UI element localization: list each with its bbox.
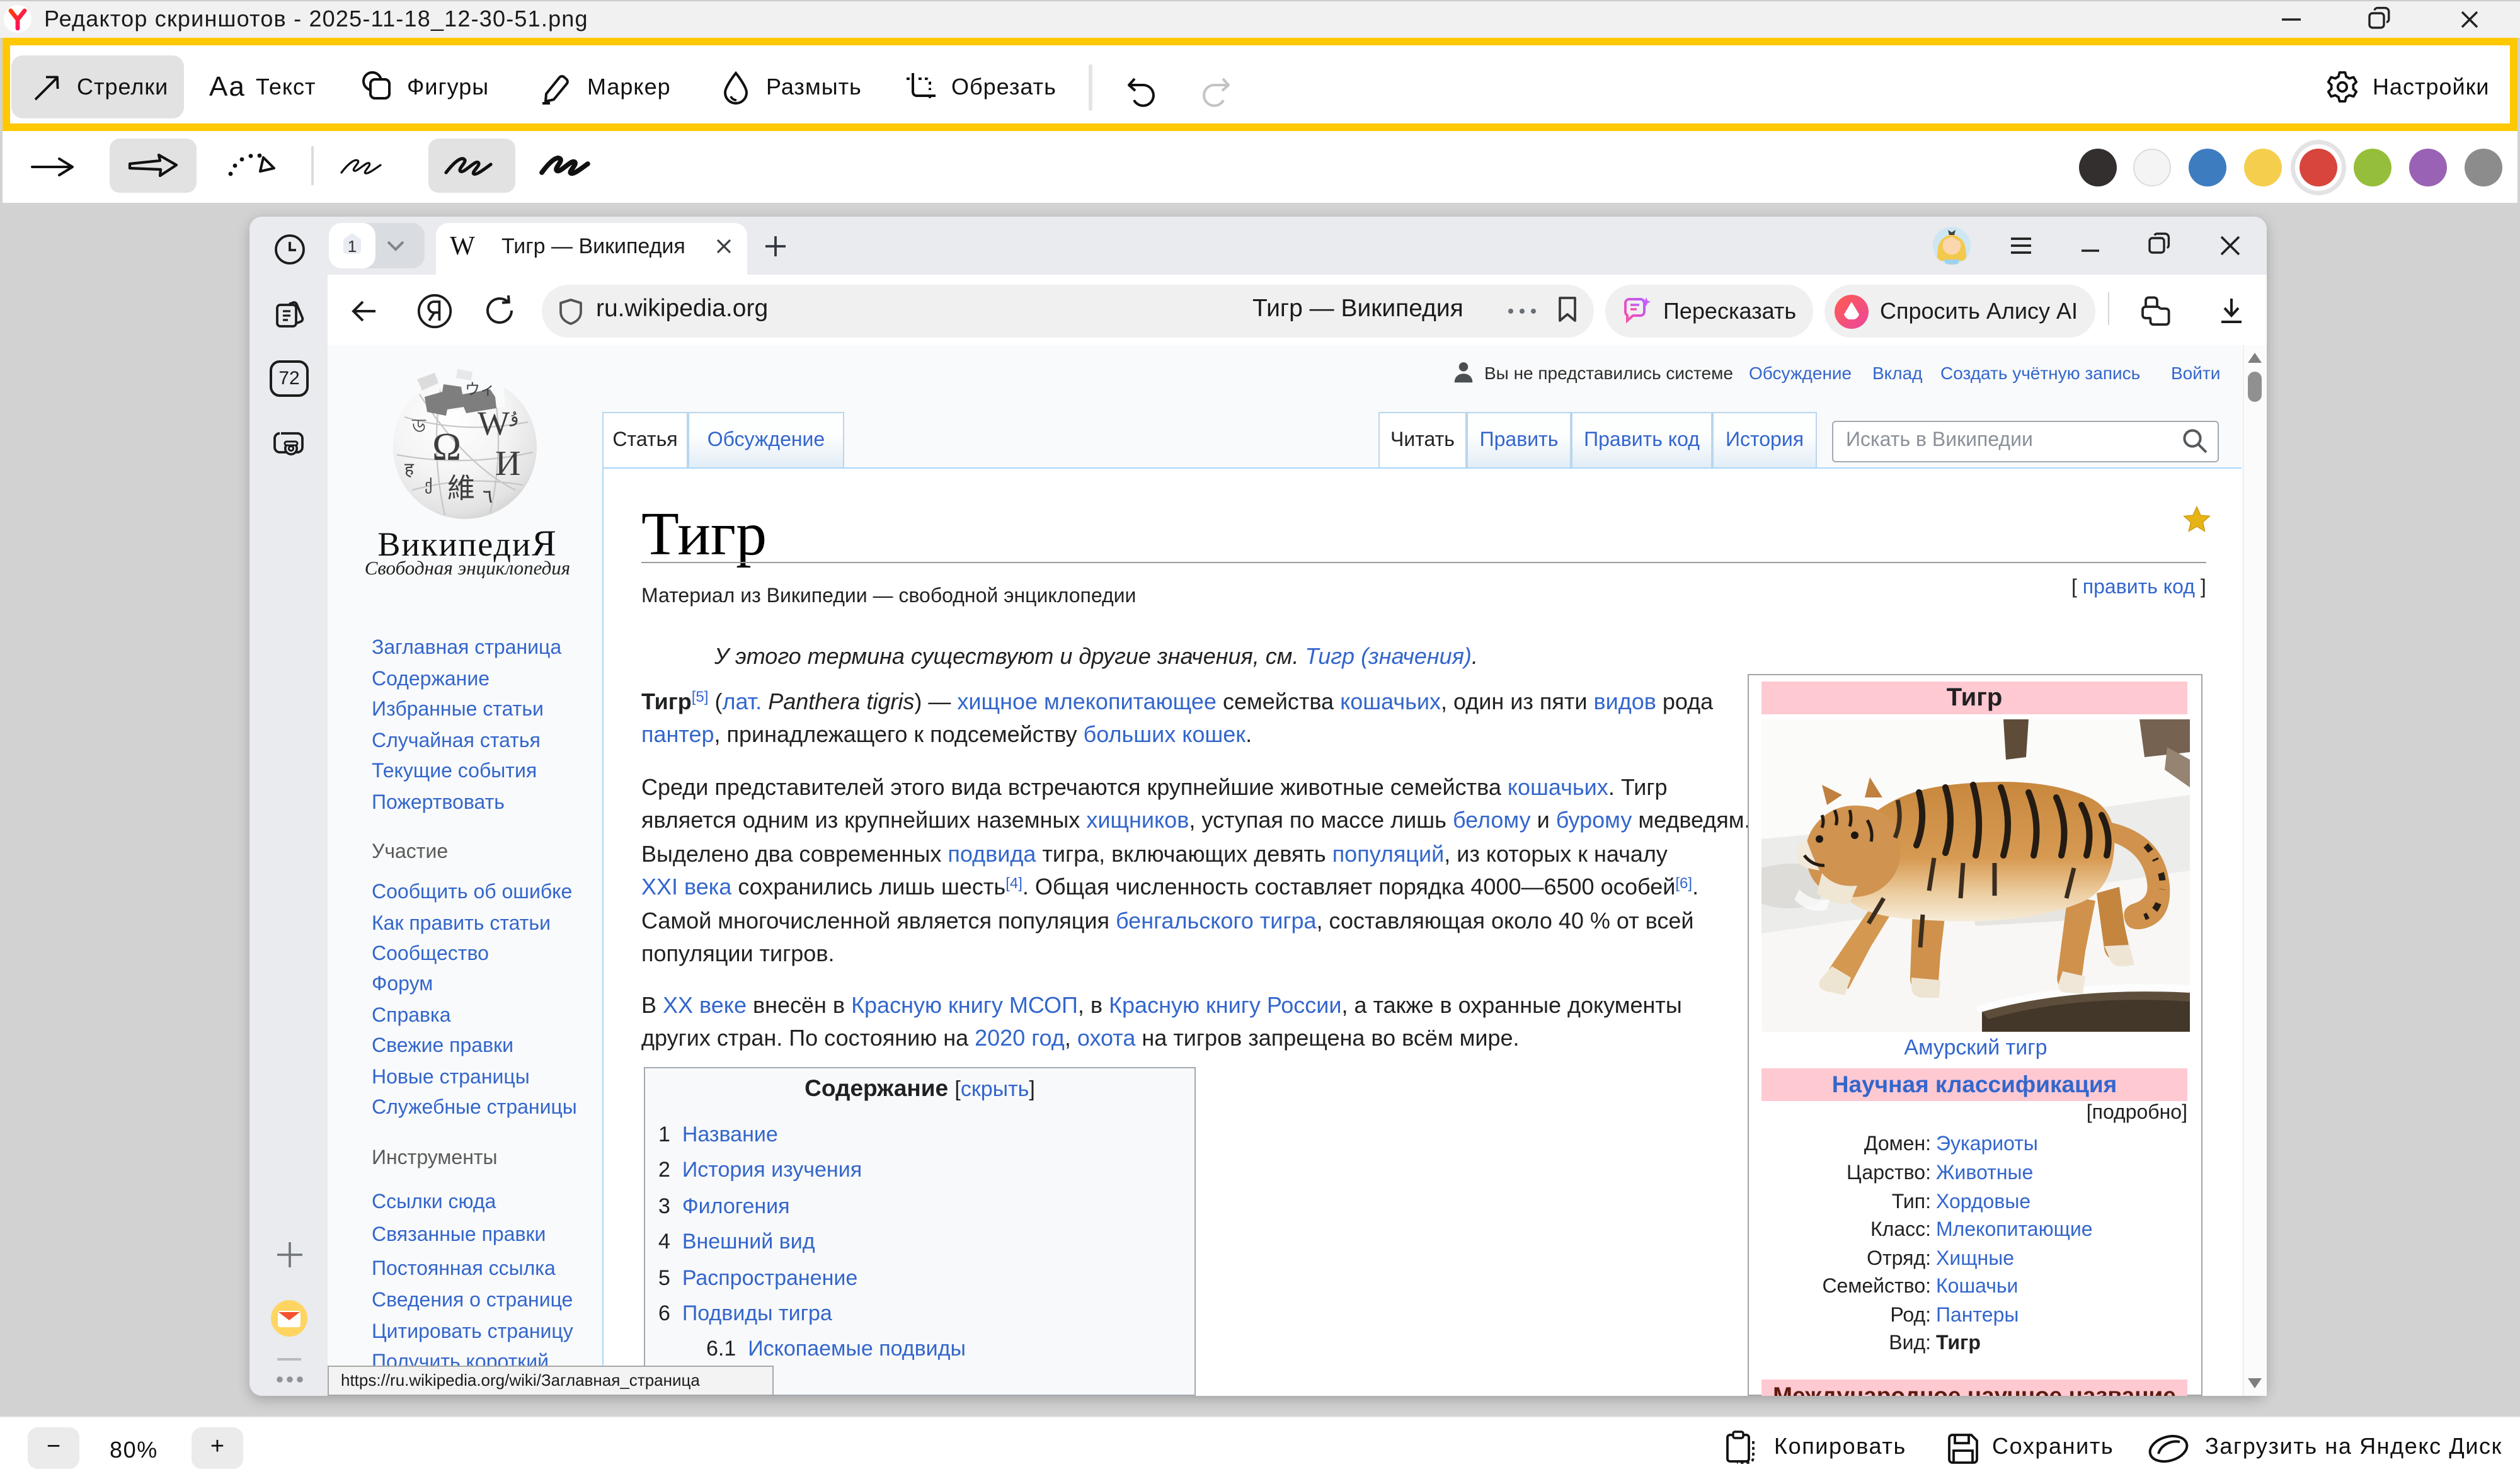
- svg-text:И: И: [495, 444, 520, 483]
- svg-text:ড: ড: [411, 416, 427, 437]
- svg-text:٦: ٦: [483, 486, 493, 507]
- svg-text:1: 1: [348, 237, 357, 256]
- svg-text:W: W: [478, 404, 510, 442]
- svg-text:ქ: ქ: [425, 477, 432, 494]
- svg-text:維: 維: [447, 473, 475, 504]
- svg-text:ह: ह: [404, 460, 415, 479]
- svg-text:Ω: Ω: [432, 426, 461, 469]
- svg-text:ウィ: ウィ: [465, 382, 495, 398]
- svg-text:ۇ: ۇ: [509, 407, 519, 426]
